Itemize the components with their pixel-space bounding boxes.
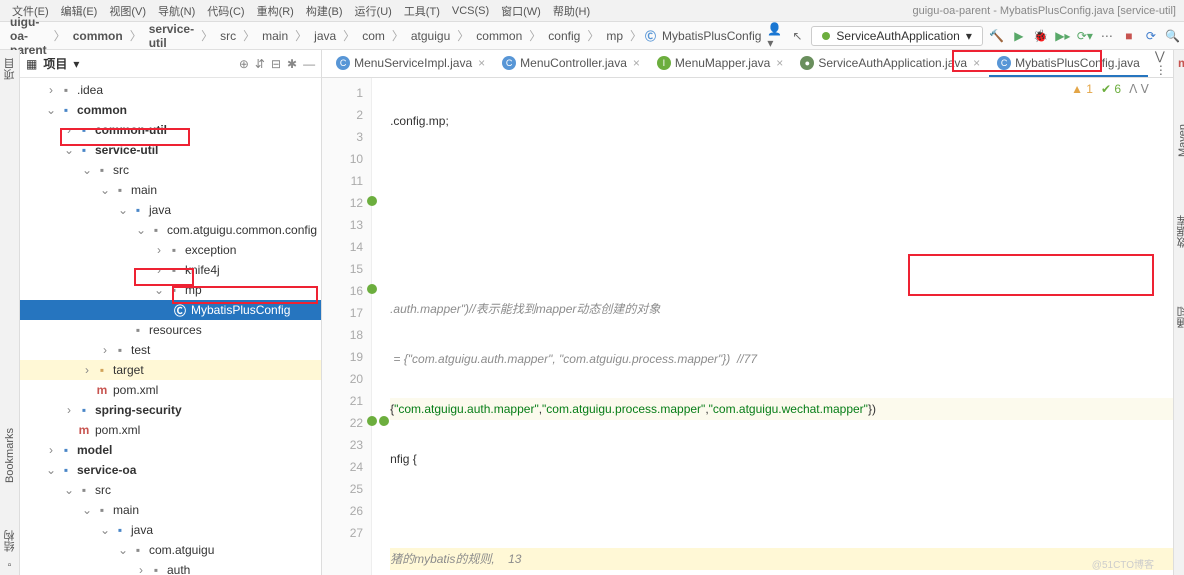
- close-icon[interactable]: ×: [478, 56, 485, 70]
- menu-window[interactable]: 窗口(W): [497, 1, 545, 21]
- hammer-icon[interactable]: 🔨: [989, 28, 1005, 44]
- crumb-11[interactable]: MybatisPlusConfig: [658, 27, 765, 45]
- update-icon[interactable]: ⟳: [1143, 28, 1159, 44]
- nav-bar: uigu-oa-parent〉 common〉 service-util〉 sr…: [0, 22, 1184, 50]
- corner-icon[interactable]: ▫: [8, 560, 12, 571]
- chevron-down-icon[interactable]: ▾: [73, 57, 79, 71]
- user-icon[interactable]: 👤▾: [767, 28, 783, 44]
- bottom-left-strip: 结构 ▫: [0, 525, 20, 575]
- crumb-10[interactable]: mp: [602, 27, 627, 45]
- run-config-label: ServiceAuthApplication: [836, 29, 959, 43]
- tab-maven[interactable]: Maven: [1175, 120, 1184, 161]
- profile-icon[interactable]: ⟳▾: [1077, 28, 1093, 44]
- tab-2[interactable]: IMenuMapper.java×: [649, 51, 791, 77]
- crumb-7[interactable]: atguigu: [407, 27, 454, 45]
- tab-notify[interactable]: 通知: [1173, 302, 1184, 332]
- coverage-icon[interactable]: ▶▸: [1055, 28, 1071, 44]
- close-icon[interactable]: ×: [633, 56, 640, 70]
- tree-selected: ⒸMybatisPlusConfig: [20, 300, 321, 320]
- watermark: @51CTO博客: [1092, 556, 1154, 571]
- crumb-8[interactable]: common: [472, 27, 526, 45]
- tab-1[interactable]: CMenuController.java×: [494, 51, 648, 77]
- menu-tools[interactable]: 工具(T): [400, 1, 444, 21]
- menu-view[interactable]: 视图(V): [105, 1, 150, 21]
- menu-build[interactable]: 构建(B): [302, 1, 347, 21]
- close-icon[interactable]: ×: [973, 56, 980, 70]
- scroll-from-icon[interactable]: ⊕: [239, 57, 249, 71]
- crumb-2[interactable]: service-util: [145, 20, 198, 52]
- tab-bookmarks[interactable]: Bookmarks: [2, 424, 18, 487]
- debug-icon[interactable]: 🐞: [1033, 28, 1049, 44]
- back-icon[interactable]: ↖: [789, 28, 805, 44]
- tab-project[interactable]: 项目: [0, 54, 20, 84]
- crumb-5[interactable]: java: [310, 27, 340, 45]
- run-icon[interactable]: ▶: [1011, 28, 1027, 44]
- tabs-more[interactable]: ⋁ ⋮: [1149, 50, 1173, 77]
- run-config-dropdown[interactable]: ServiceAuthApplication ▾: [811, 26, 982, 46]
- project-tree[interactable]: ›▪.idea ⌄▪common ›▪common-util ⌄▪service…: [20, 78, 321, 575]
- window-title: guigu-oa-parent - MybatisPlusConfig.java…: [912, 5, 1176, 17]
- right-tool-strip: m Maven 数据库 通知: [1173, 50, 1184, 575]
- close-icon[interactable]: ×: [776, 56, 783, 70]
- maven-icon[interactable]: m: [1178, 56, 1184, 70]
- menu-edit[interactable]: 编辑(E): [57, 1, 102, 21]
- menu-code[interactable]: 代码(C): [203, 1, 248, 21]
- menu-help[interactable]: 帮助(H): [549, 1, 594, 21]
- menu-nav[interactable]: 导航(N): [154, 1, 199, 21]
- dots-icon[interactable]: ⋯: [1099, 28, 1115, 44]
- tab-database[interactable]: 数据库: [1173, 211, 1184, 252]
- gear-icon[interactable]: ✱: [287, 57, 297, 71]
- stop-icon[interactable]: ■: [1121, 28, 1137, 44]
- menu-run[interactable]: 运行(U): [351, 1, 396, 21]
- crumb-6[interactable]: com: [358, 27, 389, 45]
- crumb-1[interactable]: common: [69, 27, 127, 45]
- crumb-4[interactable]: main: [258, 27, 292, 45]
- editor-tabs: CMenuServiceImpl.java× CMenuController.j…: [322, 50, 1173, 78]
- crumb-3[interactable]: src: [216, 27, 240, 45]
- tab-4[interactable]: CMybatisPlusConfig.java: [989, 51, 1148, 77]
- project-panel: ▦ 项目 ▾ ⊕ ⇵ ⊟ ✱ — ›▪.idea ⌄▪common ›▪comm…: [20, 50, 322, 575]
- hide-icon[interactable]: —: [303, 57, 315, 71]
- project-label: 项目: [43, 55, 67, 72]
- menu-vcs[interactable]: VCS(S): [448, 3, 493, 19]
- crumb-9[interactable]: config: [544, 27, 584, 45]
- run-dot-icon: [822, 32, 830, 40]
- expand-icon[interactable]: ⇵: [255, 57, 265, 71]
- search-icon[interactable]: 🔍: [1165, 28, 1181, 44]
- menu-refactor[interactable]: 重构(R): [253, 1, 298, 21]
- tab-structure[interactable]: 结构: [0, 526, 20, 556]
- tab-0[interactable]: CMenuServiceImpl.java×: [328, 51, 493, 77]
- code-editor[interactable]: .config.mp; .auth.mapper")//表示能找到mapper动…: [372, 78, 1173, 575]
- tab-3[interactable]: ●ServiceAuthApplication.java×: [792, 51, 988, 77]
- editor-area: CMenuServiceImpl.java× CMenuController.j…: [322, 50, 1173, 575]
- crumb-file[interactable]: Ⓒ: [645, 28, 656, 44]
- line-gutter[interactable]: 123 1011 12 131415 16 171819 2021 22 232…: [322, 78, 372, 575]
- chevron-down-icon: ▾: [966, 29, 972, 43]
- collapse-icon[interactable]: ⊟: [271, 57, 281, 71]
- left-tool-strip: 项目 Bookmarks: [0, 50, 20, 575]
- project-icon: ▦: [26, 57, 37, 71]
